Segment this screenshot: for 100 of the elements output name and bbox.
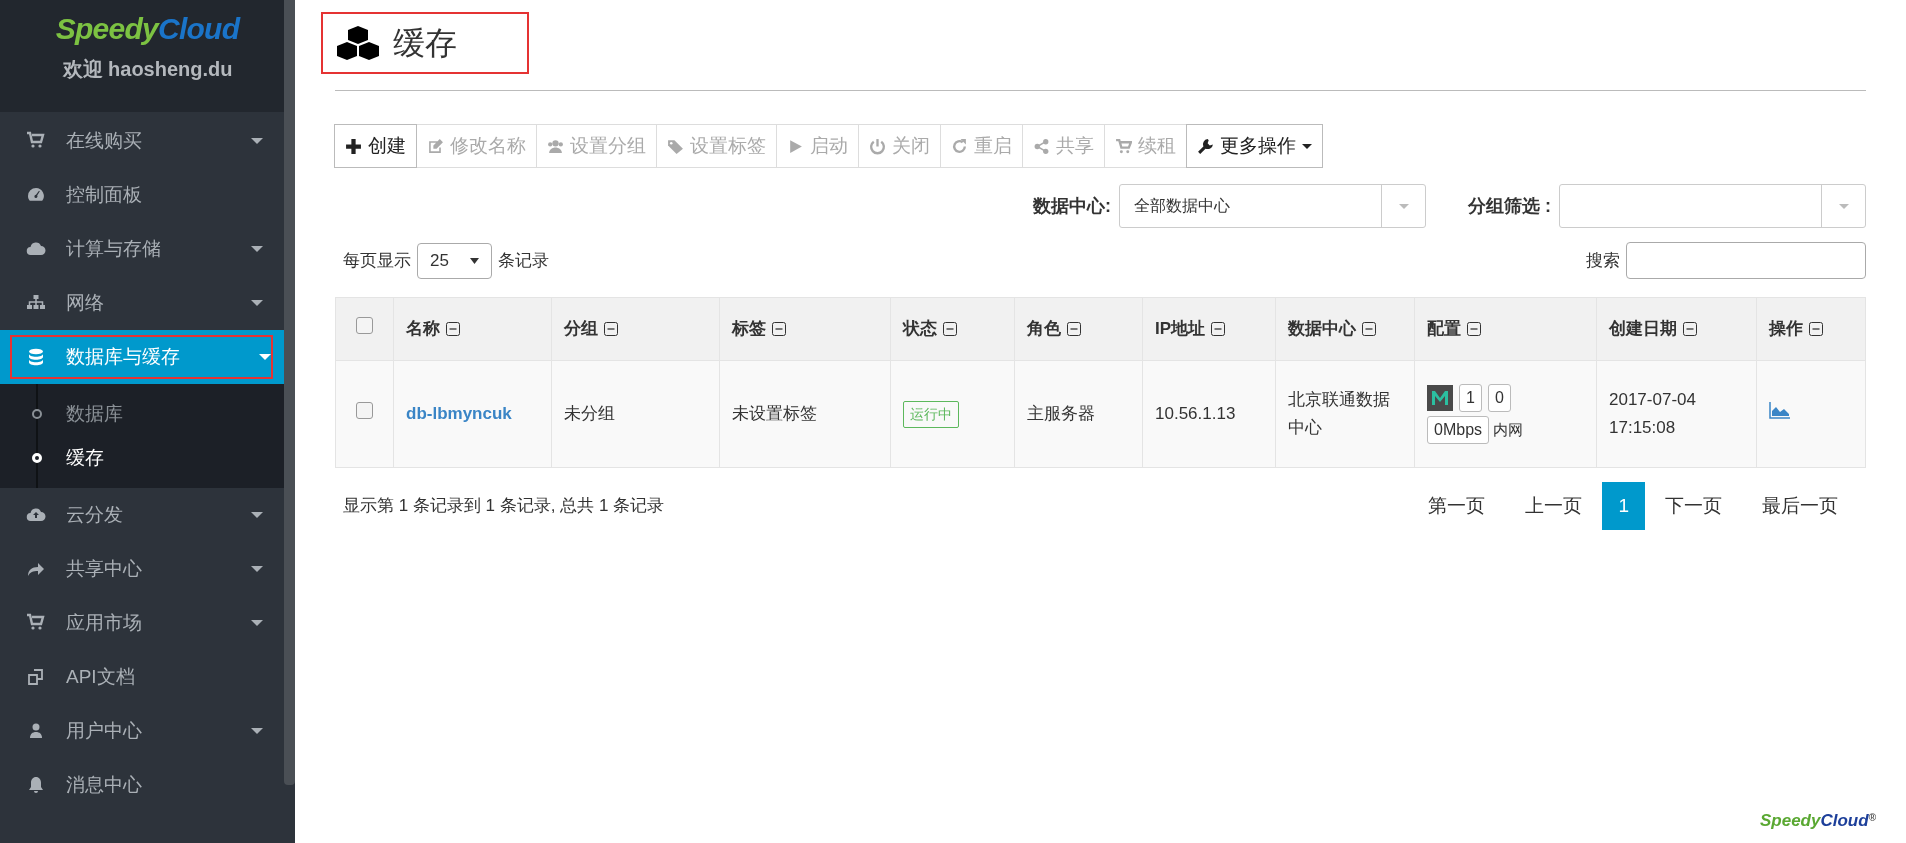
toolbar-button[interactable]: 更多操作 — [1186, 124, 1323, 168]
table-cell: 10.56.1.13 — [1155, 404, 1236, 424]
filter-label: 分组筛选 : — [1468, 194, 1551, 218]
plus-icon — [345, 137, 362, 155]
instance-name-link[interactable]: db-lbmyncuk — [406, 404, 512, 423]
caret-icon — [1838, 203, 1849, 209]
column-header[interactable]: 操作 — [1769, 316, 1823, 342]
sidebar-item[interactable]: 控制面板 — [10, 173, 265, 217]
collapse-icon — [1067, 322, 1081, 336]
pagination-link[interactable]: 下一页 — [1649, 482, 1738, 530]
caret-icon — [1398, 203, 1409, 209]
sidebar-item[interactable]: 共享中心 — [10, 547, 265, 591]
caret-icon — [1302, 143, 1312, 149]
sidebar-item[interactable]: 消息中心 — [10, 763, 265, 807]
table-cell: 未分组 — [564, 404, 615, 424]
share-icon — [1033, 137, 1050, 155]
bullet-icon — [32, 409, 42, 419]
memory-logo-icon — [1427, 385, 1453, 411]
sidebar-item[interactable]: 用户中心 — [10, 709, 265, 753]
page-size-suffix: 条记录 — [498, 249, 549, 272]
power-icon — [869, 137, 886, 155]
collapse-icon — [943, 322, 957, 336]
scrollbar[interactable] — [284, 0, 295, 785]
column-header[interactable]: 分组 — [564, 316, 618, 342]
config-value: 0 — [1487, 384, 1511, 412]
monitor-link[interactable] — [1769, 401, 1791, 420]
collapse-icon — [604, 322, 618, 336]
logo: SpeedyCloud — [55, 12, 240, 46]
column-header[interactable]: 创建日期 — [1609, 316, 1697, 342]
page-size-label: 每页显示 — [343, 249, 411, 272]
column-header[interactable]: IP地址 — [1155, 316, 1226, 342]
column-header[interactable]: 配置 — [1427, 316, 1481, 342]
toolbar-button[interactable]: 创建 — [334, 124, 417, 168]
caret-icon — [259, 354, 271, 360]
copy-icon — [26, 667, 46, 687]
column-header[interactable]: 数据中心 — [1288, 316, 1376, 342]
sidebar-item[interactable]: 应用市场 — [10, 601, 265, 645]
area-chart-icon — [1769, 401, 1791, 420]
collapse-icon — [1809, 322, 1823, 336]
filter-label: 数据中心: — [1033, 194, 1111, 218]
checkbox[interactable] — [356, 402, 373, 420]
caret-icon — [251, 300, 263, 306]
filter-select[interactable] — [1559, 184, 1866, 228]
caret-icon — [251, 512, 263, 518]
collapse-icon — [1362, 322, 1376, 336]
submenu-item[interactable]: 缓存 — [32, 436, 255, 480]
sidebar-item[interactable]: 数据库与缓存 — [10, 335, 273, 379]
filter-select[interactable]: 全部数据中心 — [1119, 184, 1426, 228]
welcome-text: 欢迎 haosheng.du — [62, 57, 233, 82]
sidebar-item[interactable]: 云分发 — [10, 493, 265, 537]
caret-icon — [251, 246, 263, 252]
bullet-icon — [32, 453, 42, 463]
footer-logo: SpeedyCloud$^{®}$ — [1760, 809, 1876, 832]
search-label: 搜索 — [1586, 249, 1620, 272]
caret-icon — [470, 257, 479, 264]
column-header[interactable]: 标签 — [732, 316, 786, 342]
table-cell: 北京联通数据中心 — [1288, 390, 1390, 437]
sidebar-item[interactable]: 在线购买 — [10, 119, 265, 163]
sidebar-item[interactable]: 网络 — [10, 281, 265, 325]
config-value: 1 — [1459, 384, 1482, 412]
cubes-icon — [335, 25, 381, 61]
collapse-icon — [772, 322, 786, 336]
collapse-icon — [1467, 322, 1481, 336]
status-badge: 运行中 — [903, 400, 959, 428]
network-label: 内网 — [1493, 419, 1524, 440]
collapse-icon — [446, 322, 460, 336]
caret-icon — [251, 728, 263, 734]
page-title: 缓存 — [321, 12, 529, 74]
collapse-icon — [1211, 322, 1226, 336]
pagination-link[interactable]: 1 — [1602, 482, 1645, 530]
table-cell: 2017-07-04 17:15:08 — [1609, 390, 1696, 437]
page-size-select[interactable]: 25 — [417, 242, 492, 279]
pagination-link[interactable]: 上一页 — [1509, 482, 1599, 530]
play-icon — [787, 137, 804, 155]
submenu-item[interactable]: 数据库 — [32, 392, 255, 436]
users-icon — [547, 137, 564, 155]
edit-icon — [427, 137, 444, 155]
database-icon — [26, 347, 46, 367]
column-header[interactable]: 状态 — [903, 316, 957, 342]
pagination-link[interactable]: 最后一页 — [1746, 482, 1854, 530]
column-header[interactable]: 名称 — [406, 316, 460, 342]
sidebar-item[interactable]: API文档 — [10, 655, 265, 699]
wrench-icon — [1197, 137, 1214, 155]
pagination-link[interactable]: 第一页 — [1412, 482, 1502, 530]
table-cell: 未设置标签 — [732, 404, 817, 424]
table-cell: 主服务器 — [1027, 404, 1095, 424]
cart-icon — [1115, 137, 1132, 155]
tags-icon — [667, 137, 684, 155]
search-field[interactable] — [1626, 242, 1866, 279]
caret-icon — [251, 620, 263, 626]
collapse-icon — [1683, 322, 1697, 336]
sidebar-item[interactable]: 计算与存储 — [10, 227, 265, 271]
refresh-icon — [951, 137, 968, 155]
column-header[interactable]: 角色 — [1027, 316, 1081, 342]
caret-icon — [251, 138, 263, 144]
record-summary: 显示第 1 条记录到 1 条记录, 总共 1 条记录 — [342, 495, 665, 518]
bell-icon — [26, 775, 46, 795]
config-value: 0Mbps — [1427, 416, 1490, 444]
checkbox[interactable] — [356, 317, 373, 335]
caret-icon — [251, 566, 263, 572]
